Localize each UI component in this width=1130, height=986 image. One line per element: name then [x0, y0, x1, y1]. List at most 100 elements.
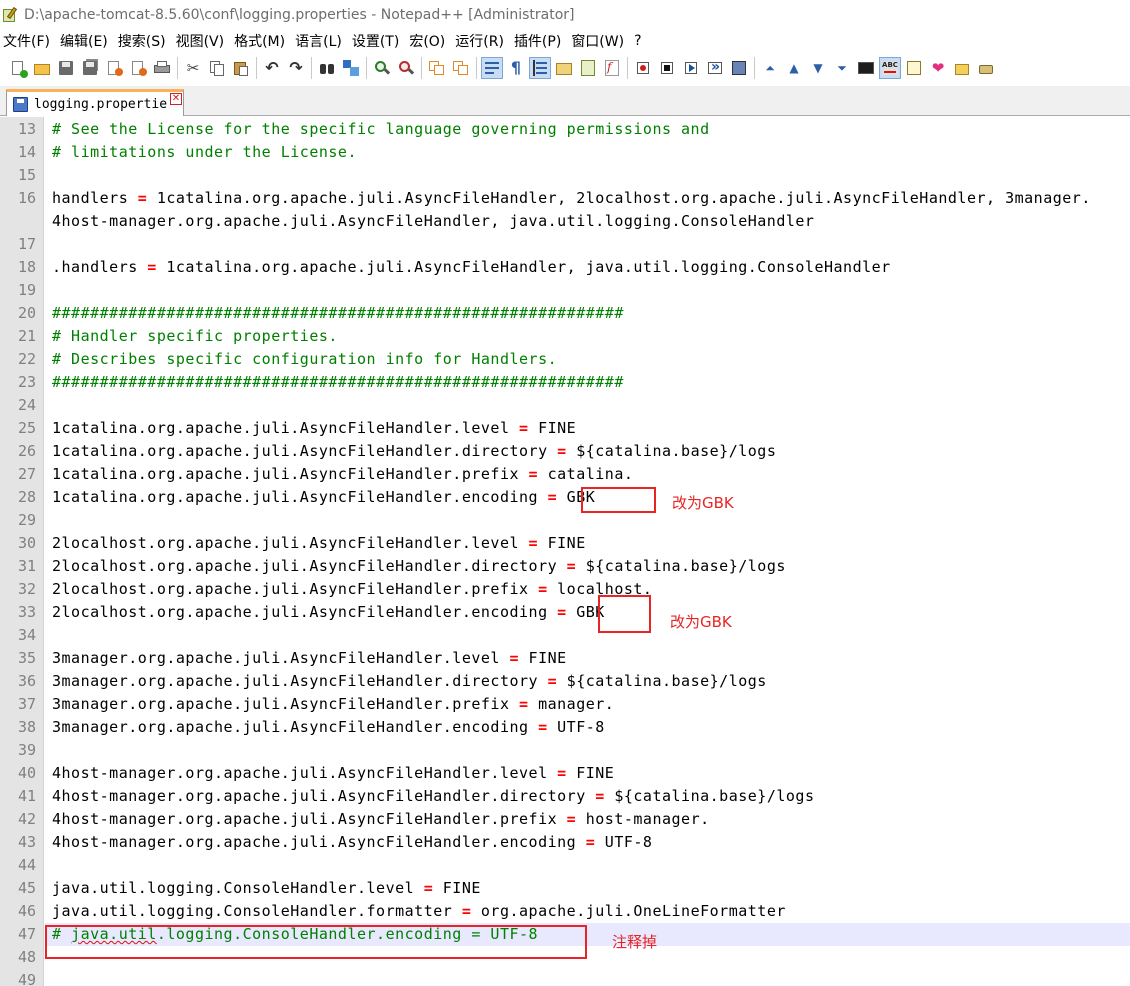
code-line[interactable]: 3manager.org.apache.juli.AsyncFileHandle…: [52, 693, 614, 716]
notepad-button[interactable]: [904, 58, 924, 78]
menu-settings[interactable]: 设置(T): [349, 31, 406, 51]
code-line[interactable]: # limitations under the License.: [52, 141, 357, 164]
code-line[interactable]: 1catalina.org.apache.juli.AsyncFileHandl…: [52, 417, 576, 440]
code-line[interactable]: 2localhost.org.apache.juli.AsyncFileHand…: [52, 555, 786, 578]
code-area[interactable]: 13 # See the License for the specific lan…: [0, 117, 1130, 986]
close-all-button[interactable]: [128, 58, 148, 78]
move-up-button[interactable]: ▲: [784, 58, 804, 78]
document-map-button[interactable]: [578, 58, 598, 78]
property-key: 2localhost.org.apache.juli.AsyncFileHand…: [52, 534, 520, 552]
stop-recording-button[interactable]: [657, 58, 677, 78]
undo-button[interactable]: ↶: [262, 58, 282, 78]
move-up-top-button[interactable]: ⏶: [760, 58, 780, 78]
run-macro-multiple-button[interactable]: [705, 58, 725, 78]
sync-vertical-icon: [429, 60, 445, 76]
play-macro-button[interactable]: [681, 58, 701, 78]
save-macro-icon: [731, 60, 747, 76]
plugin-button[interactable]: [976, 58, 996, 78]
favorite-button[interactable]: ❤: [928, 58, 948, 78]
move-down-button[interactable]: ▼: [808, 58, 828, 78]
package-button[interactable]: [952, 58, 972, 78]
line-number: 21: [17, 327, 36, 345]
code-line[interactable]: # Describes specific configuration info …: [52, 348, 557, 371]
menu-view[interactable]: 视图(V): [173, 31, 232, 51]
menu-help[interactable]: ?: [631, 33, 648, 49]
menu-run[interactable]: 运行(R): [452, 31, 511, 51]
open-file-button[interactable]: [32, 58, 52, 78]
code-line[interactable]: 2localhost.org.apache.juli.AsyncFileHand…: [52, 601, 605, 624]
zoom-out-button[interactable]: [396, 58, 416, 78]
copy-button[interactable]: [207, 58, 227, 78]
redo-button[interactable]: ↷: [286, 58, 306, 78]
code-line[interactable]: 4host-manager.org.apache.juli.AsyncFileH…: [52, 785, 814, 808]
fast-forward-icon: [708, 59, 722, 75]
assignment-operator: =: [528, 718, 558, 736]
code-line[interactable]: java.util.logging.ConsoleHandler.level =…: [52, 877, 481, 900]
code-line[interactable]: 3manager.org.apache.juli.AsyncFileHandle…: [52, 670, 767, 693]
terminal-button[interactable]: [856, 58, 876, 78]
property-value: UTF-8: [557, 718, 605, 736]
save-button[interactable]: [56, 58, 76, 78]
indent-guide-button[interactable]: [529, 57, 551, 79]
new-file-button[interactable]: [8, 58, 28, 78]
record-icon: [637, 62, 649, 74]
show-all-chars-button[interactable]: ¶: [506, 58, 526, 78]
move-down-bottom-button[interactable]: ⏷: [832, 58, 852, 78]
menu-edit[interactable]: 编辑(E): [57, 31, 115, 51]
print-button[interactable]: [152, 58, 172, 78]
code-line[interactable]: 4host-manager.org.apache.juli.AsyncFileH…: [52, 762, 614, 785]
sync-vertical-button[interactable]: [427, 58, 447, 78]
replace-icon: [343, 60, 359, 76]
code-line[interactable]: handlers = 1catalina.org.apache.juli.Asy…: [52, 187, 1091, 210]
record-macro-button[interactable]: [633, 58, 653, 78]
function-list-button[interactable]: f: [602, 58, 622, 78]
paste-button[interactable]: [231, 58, 251, 78]
menu-format[interactable]: 格式(M): [231, 31, 292, 51]
code-line[interactable]: 4host-manager.org.apache.juli.AsyncFileH…: [52, 808, 710, 831]
code-line[interactable]: ########################################…: [52, 302, 624, 325]
code-line[interactable]: 1catalina.org.apache.juli.AsyncFileHandl…: [52, 486, 595, 509]
sync-horizontal-button[interactable]: [451, 58, 471, 78]
code-line[interactable]: # Handler specific properties.: [52, 325, 338, 348]
assignment-operator: =: [557, 557, 586, 575]
assignment-operator: =: [414, 879, 443, 897]
code-line[interactable]: 1catalina.org.apache.juli.AsyncFileHandl…: [52, 463, 633, 486]
code-line[interactable]: ########################################…: [52, 371, 624, 394]
save-all-button[interactable]: [80, 58, 100, 78]
tab-close-icon[interactable]: ✕: [170, 93, 182, 105]
code-line[interactable]: 3manager.org.apache.juli.AsyncFileHandle…: [52, 647, 567, 670]
code-line[interactable]: 1catalina.org.apache.juli.AsyncFileHandl…: [52, 440, 776, 463]
find-button[interactable]: [317, 58, 337, 78]
menu-plugins[interactable]: 插件(P): [511, 31, 568, 51]
code-line[interactable]: 3manager.org.apache.juli.AsyncFileHandle…: [52, 716, 605, 739]
word-wrap-button[interactable]: [481, 57, 503, 79]
code-line[interactable]: 2localhost.org.apache.juli.AsyncFileHand…: [52, 532, 586, 555]
close-button[interactable]: [104, 58, 124, 78]
cut-button[interactable]: ✂: [183, 58, 203, 78]
indent-guide-icon: [532, 60, 548, 76]
replace-button[interactable]: [341, 58, 361, 78]
code-line[interactable]: 4host-manager.org.apache.juli.AsyncFileH…: [52, 831, 652, 854]
menu-window[interactable]: 窗口(W): [568, 31, 631, 51]
new-file-icon: [10, 60, 28, 78]
code-line[interactable]: .handlers = 1catalina.org.apache.juli.As…: [52, 256, 891, 279]
menu-macro[interactable]: 宏(O): [406, 31, 452, 51]
menu-file[interactable]: 文件(F): [0, 31, 57, 51]
save-macro-button[interactable]: [729, 58, 749, 78]
spell-check-button[interactable]: ABC: [879, 57, 901, 79]
menu-language[interactable]: 语言(L): [292, 31, 349, 51]
zoom-in-button[interactable]: [372, 58, 392, 78]
editor[interactable]: 13 # See the License for the specific lan…: [0, 117, 1130, 986]
line-number: 44: [17, 856, 36, 874]
property-key: 1catalina.org.apache.juli.AsyncFileHandl…: [52, 442, 548, 460]
code-line[interactable]: # See the License for the specific langu…: [52, 118, 710, 141]
code-line[interactable]: 4host-manager.org.apache.juli.AsyncFileH…: [52, 210, 814, 233]
tab-logging-properties[interactable]: logging.propertie ✕: [6, 89, 184, 116]
property-key: 1catalina.org.apache.juli.AsyncFileHandl…: [52, 465, 520, 483]
folder-as-workspace-button[interactable]: [554, 58, 574, 78]
code-line[interactable]: 2localhost.org.apache.juli.AsyncFileHand…: [52, 578, 652, 601]
code-line[interactable]: java.util.logging.ConsoleHandler.formatt…: [52, 900, 786, 923]
line-number: 40: [17, 764, 36, 782]
menu-search[interactable]: 搜索(S): [115, 31, 173, 51]
assignment-operator: =: [538, 488, 567, 506]
